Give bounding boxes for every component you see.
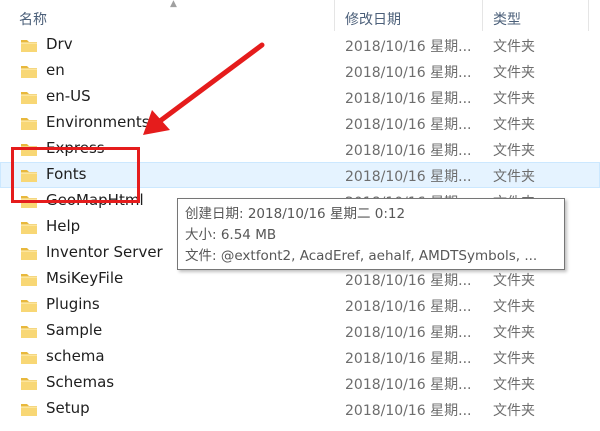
- file-row[interactable]: Drv 2018/10/16 星期... 文件夹: [0, 32, 600, 58]
- folder-icon: [20, 349, 38, 365]
- file-date: 2018/10/16 星期...: [345, 377, 472, 393]
- column-date-header[interactable]: 修改日期: [345, 9, 401, 29]
- folder-icon: [20, 63, 38, 79]
- file-type: 文件夹: [493, 351, 535, 367]
- folder-icon: [20, 375, 38, 391]
- column-header: ▲ 名称 修改日期 类型: [0, 0, 600, 31]
- tooltip-size: 大小: 6.54 MB: [185, 227, 277, 243]
- file-type: 文件夹: [493, 403, 535, 419]
- file-row[interactable]: Environments 2018/10/16 星期... 文件夹: [0, 110, 600, 136]
- file-name: Schemas: [46, 373, 115, 391]
- file-row[interactable]: schema 2018/10/16 星期... 文件夹: [0, 344, 600, 370]
- file-type: 文件夹: [493, 117, 535, 133]
- file-row[interactable]: Express 2018/10/16 星期... 文件夹: [0, 136, 600, 162]
- file-name: Setup: [46, 399, 90, 417]
- file-date: 2018/10/16 星期...: [345, 117, 472, 133]
- file-name: Fonts: [46, 165, 87, 183]
- file-row[interactable]: Schemas 2018/10/16 星期... 文件夹: [0, 370, 600, 396]
- file-date: 2018/10/16 星期...: [345, 143, 472, 159]
- file-type: 文件夹: [493, 91, 535, 107]
- file-type: 文件夹: [493, 299, 535, 315]
- file-type: 文件夹: [493, 377, 535, 393]
- file-row[interactable]: en 2018/10/16 星期... 文件夹: [0, 58, 600, 84]
- file-name: Environments: [46, 113, 150, 131]
- folder-icon: [20, 271, 38, 287]
- column-name-header[interactable]: 名称: [19, 9, 47, 29]
- file-type: 文件夹: [493, 39, 535, 55]
- file-date: 2018/10/16 星期...: [345, 39, 472, 55]
- file-type: 文件夹: [493, 169, 535, 185]
- file-name: Sample: [46, 321, 103, 339]
- file-row[interactable]: Fonts 2018/10/16 星期... 文件夹: [0, 162, 600, 188]
- column-divider[interactable]: [334, 0, 335, 31]
- column-divider[interactable]: [588, 0, 589, 31]
- file-date: 2018/10/16 星期...: [345, 299, 472, 315]
- file-type: 文件夹: [493, 273, 535, 289]
- folder-icon: [20, 167, 38, 183]
- folder-icon: [20, 219, 38, 235]
- file-date: 2018/10/16 星期...: [345, 351, 472, 367]
- file-name: GeoMapHtml: [46, 191, 144, 209]
- file-row[interactable]: Sample 2018/10/16 星期... 文件夹: [0, 318, 600, 344]
- folder-icon: [20, 193, 38, 209]
- file-date: 2018/10/16 星期...: [345, 65, 472, 81]
- file-name: Plugins: [46, 295, 100, 313]
- file-date: 2018/10/16 星期...: [345, 403, 472, 419]
- file-date: 2018/10/16 星期...: [345, 169, 472, 185]
- folder-icon: [20, 297, 38, 313]
- sort-ascending-icon: ▲: [170, 0, 177, 9]
- file-name: MsiKeyFile: [46, 269, 124, 287]
- file-row[interactable]: Setup 2018/10/16 星期... 文件夹: [0, 396, 600, 422]
- folder-icon: [20, 115, 38, 131]
- folder-icon: [20, 401, 38, 417]
- file-name: schema: [46, 347, 105, 365]
- folder-icon: [20, 37, 38, 53]
- file-date: 2018/10/16 星期...: [345, 91, 472, 107]
- file-type: 文件夹: [493, 325, 535, 341]
- column-divider[interactable]: [482, 0, 483, 31]
- file-name: Express: [46, 139, 105, 157]
- file-row[interactable]: en-US 2018/10/16 星期... 文件夹: [0, 84, 600, 110]
- folder-icon: [20, 89, 38, 105]
- file-name: Drv: [46, 35, 73, 53]
- folder-icon: [20, 323, 38, 339]
- file-type: 文件夹: [493, 65, 535, 81]
- file-name: en: [46, 61, 65, 79]
- column-type-header[interactable]: 类型: [493, 9, 521, 29]
- file-name: en-US: [46, 87, 91, 105]
- file-info-tooltip: 创建日期: 2018/10/16 星期二 0:12 大小: 6.54 MB 文件…: [177, 198, 565, 270]
- tooltip-created-date: 创建日期: 2018/10/16 星期二 0:12: [185, 206, 406, 222]
- file-type: 文件夹: [493, 143, 535, 159]
- file-name: Help: [46, 217, 81, 235]
- folder-icon: [20, 245, 38, 261]
- tooltip-files: 文件: @extfont2, AcadEref, aehalf, AMDTSym…: [185, 248, 538, 264]
- file-row[interactable]: Plugins 2018/10/16 星期... 文件夹: [0, 292, 600, 318]
- file-date: 2018/10/16 星期...: [345, 325, 472, 341]
- folder-icon: [20, 141, 38, 157]
- file-date: 2018/10/16 星期...: [345, 273, 472, 289]
- file-name: Inventor Server: [46, 243, 163, 261]
